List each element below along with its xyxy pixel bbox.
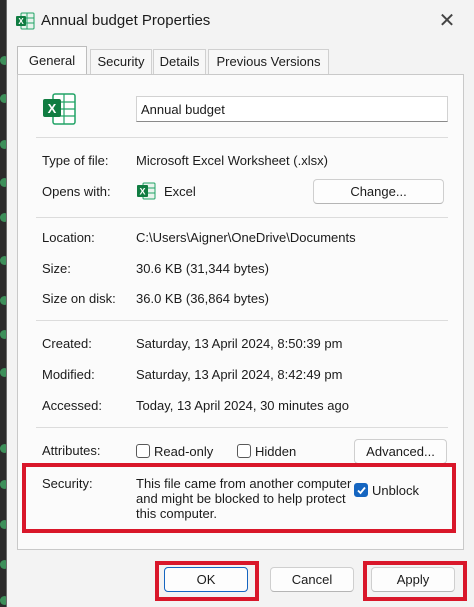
size-value: 30.6 KB (31,344 bytes) <box>136 261 269 276</box>
location-value: C:\Users\Aigner\OneDrive\Documents <box>136 230 356 245</box>
excel-icon: X <box>16 12 35 30</box>
size-on-disk-value: 36.0 KB (36,864 bytes) <box>136 291 269 306</box>
security-highlight-box <box>22 463 456 533</box>
svg-text:X: X <box>18 17 24 26</box>
type-label: Type of file: <box>42 153 109 168</box>
svg-text:X: X <box>48 101 57 116</box>
tab-security[interactable]: Security <box>90 49 152 75</box>
size-on-disk-label: Size on disk: <box>42 291 116 306</box>
excel-app-icon: X <box>137 182 156 200</box>
type-value: Microsoft Excel Worksheet (.xlsx) <box>136 153 328 168</box>
opens-with-value: Excel <box>164 184 196 199</box>
advanced-button[interactable]: Advanced... <box>354 439 447 464</box>
location-label: Location: <box>42 230 95 245</box>
opens-with-label: Opens with: <box>42 184 111 199</box>
divider <box>36 320 448 321</box>
divider <box>36 427 448 428</box>
excel-file-icon: X <box>43 93 76 125</box>
close-icon[interactable]: ✕ <box>436 10 458 32</box>
size-label: Size: <box>42 261 71 276</box>
cancel-button[interactable]: Cancel <box>270 567 354 592</box>
hidden-checkbox[interactable] <box>237 444 251 458</box>
ok-highlight-box <box>155 561 259 601</box>
attributes-label: Attributes: <box>42 443 101 458</box>
tab-general[interactable]: General <box>17 46 87 74</box>
hidden-label[interactable]: Hidden <box>255 444 296 459</box>
divider <box>36 217 448 218</box>
tab-previous-versions[interactable]: Previous Versions <box>208 49 329 75</box>
read-only-checkbox[interactable] <box>136 444 150 458</box>
svg-text:X: X <box>139 187 145 197</box>
accessed-value: Today, 13 April 2024, 30 minutes ago <box>136 398 349 413</box>
read-only-label[interactable]: Read-only <box>154 444 213 459</box>
modified-label: Modified: <box>42 367 95 382</box>
file-name-input[interactable] <box>136 96 448 122</box>
tab-details[interactable]: Details <box>153 49 206 75</box>
window-title: Annual budget Properties <box>41 12 211 29</box>
title-bar[interactable]: X Annual budget Properties ✕ <box>7 0 474 44</box>
divider <box>36 137 448 138</box>
properties-dialog: X Annual budget Properties ✕ General Sec… <box>6 0 474 607</box>
modified-value: Saturday, 13 April 2024, 8:42:49 pm <box>136 367 343 382</box>
accessed-label: Accessed: <box>42 398 102 413</box>
created-value: Saturday, 13 April 2024, 8:50:39 pm <box>136 336 343 351</box>
created-label: Created: <box>42 336 92 351</box>
change-button[interactable]: Change... <box>313 179 444 204</box>
apply-highlight-box <box>363 561 467 601</box>
